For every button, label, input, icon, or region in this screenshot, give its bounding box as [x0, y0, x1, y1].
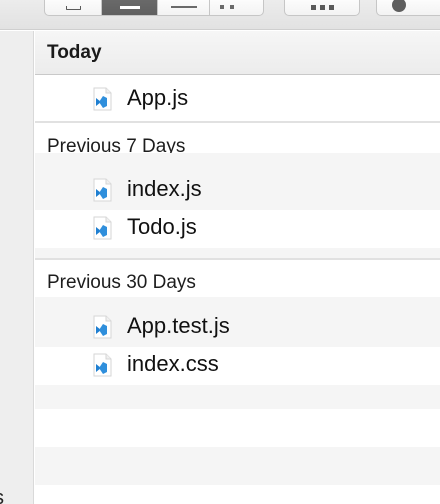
file-name: index.js: [127, 176, 202, 201]
list-item[interactable]: App.js: [35, 81, 440, 119]
vscode-file-icon: [93, 353, 112, 377]
vscode-file-icon: [93, 178, 112, 202]
list-item[interactable]: Todo.js: [35, 210, 440, 248]
column-header-label: Today: [47, 42, 102, 63]
gallery-view-icon: [220, 5, 224, 9]
list-item[interactable]: index.js: [35, 172, 440, 210]
vscode-file-icon: [93, 315, 112, 339]
stripe-row: [35, 248, 440, 258]
icon-view-icon: [66, 6, 81, 10]
toolbar: [0, 0, 440, 30]
column-view-button[interactable]: [158, 0, 210, 15]
file-name: App.js: [127, 85, 189, 110]
stripe-row: [35, 297, 440, 309]
sidebar: s: [0, 31, 34, 504]
empty-row: [35, 409, 440, 447]
gear-icon: [392, 0, 406, 12]
action-menu-button[interactable]: [376, 0, 440, 16]
empty-row: [35, 447, 440, 485]
vscode-file-icon: [93, 87, 112, 111]
file-name: index.css: [127, 351, 219, 376]
list-item[interactable]: index.css: [35, 347, 440, 385]
group-divider: [35, 121, 440, 123]
list-item[interactable]: App.test.js: [35, 309, 440, 347]
group-icon: [311, 5, 316, 10]
stripe-row: [35, 153, 440, 172]
empty-row: [35, 385, 440, 409]
view-mode-segmented-control[interactable]: [44, 0, 264, 16]
list-view-button[interactable]: [102, 0, 158, 15]
list-view-icon: [120, 6, 140, 9]
group-divider: [35, 258, 440, 260]
group-header-previous-30-days: Previous 30 Days: [35, 271, 440, 293]
group-header-label: Previous 30 Days: [47, 272, 196, 293]
column-view-icon: [171, 6, 197, 8]
column-header-name[interactable]: Today: [35, 31, 440, 75]
vscode-file-icon: [93, 216, 112, 240]
file-name: App.test.js: [127, 313, 230, 338]
group-by-button[interactable]: [284, 0, 360, 16]
empty-row: [35, 485, 440, 504]
sidebar-item-label[interactable]: s: [0, 487, 4, 504]
file-name: Todo.js: [127, 214, 197, 239]
file-list: Today App.js Previous 7 Days index.js To…: [35, 31, 440, 504]
icon-view-button[interactable]: [45, 0, 102, 15]
gallery-view-button[interactable]: [210, 0, 263, 15]
